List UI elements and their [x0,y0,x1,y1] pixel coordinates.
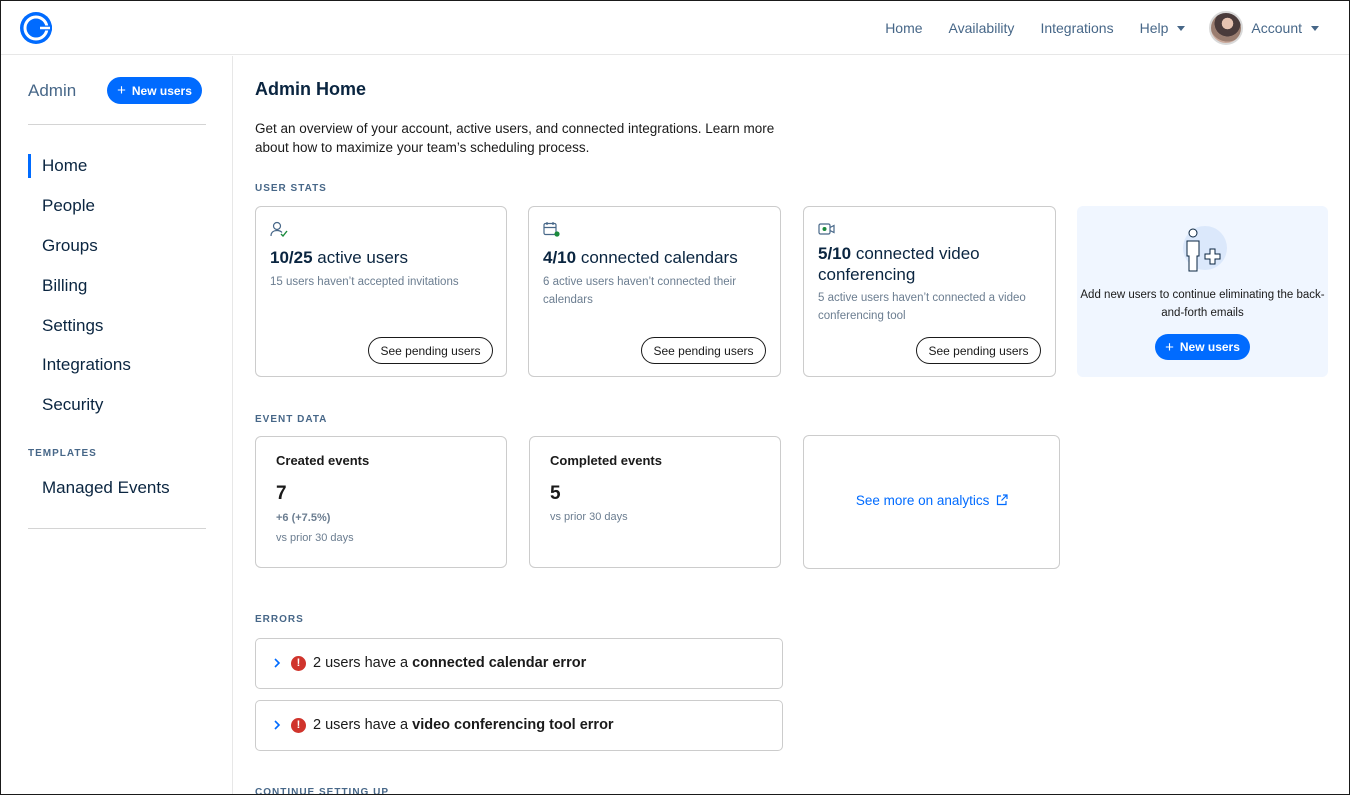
account-menu[interactable]: Account [1209,11,1319,45]
see-pending-users-button[interactable]: See pending users [368,337,493,364]
templates-section-label: TEMPLATES [28,448,97,459]
calendar-icon [543,222,560,237]
error-icon: ! [291,718,306,733]
analytics-link-label: See more on analytics [855,493,990,508]
stat-value: 4/10 [543,248,577,267]
stat-label: connected calendars [576,248,738,267]
stat-card-connected-calendars: 4/10 connected calendars 6 active users … [528,206,781,377]
completed-events-card: Completed events 5 vs prior 30 days [529,436,781,568]
sidebar-item-security[interactable]: Security [42,395,103,415]
chevron-right-icon [274,720,281,730]
plus-icon: + [1165,338,1174,356]
sidebar-item-billing[interactable]: Billing [42,276,87,296]
add-person-icon [1183,226,1227,272]
promo-new-users-label: New users [1179,340,1240,354]
promo-new-users-button[interactable]: + New users [1155,334,1250,360]
stat-title: 4/10 connected calendars [543,247,738,268]
nav-availability[interactable]: Availability [949,20,1015,36]
analytics-card: See more on analytics [803,435,1060,569]
error-row-video[interactable]: ! 2 users have a video conferencing tool… [255,700,783,751]
stat-title: 5/10 connected video conferencing [818,243,1033,285]
sidebar-item-home[interactable]: Home [27,154,87,178]
sidebar-divider [28,124,206,125]
user-check-icon [270,221,288,237]
new-users-button[interactable]: + New users [107,77,202,104]
error-prefix: 2 users have a [313,717,413,733]
plus-icon: + [117,82,126,99]
stat-value: 10/25 [270,248,313,267]
error-emphasis: connected calendar error [412,655,587,671]
event-card-delta: +6 (+7.5%) [276,512,331,524]
account-label: Account [1251,20,1302,36]
top-bar: Home Availability Integrations Help Acco… [1,1,1349,55]
stat-card-active-users: 10/25 active users 15 users haven’t acce… [255,206,507,377]
event-card-compare: vs prior 30 days [276,532,354,544]
top-nav: Home Availability Integrations Help Acco… [859,1,1319,55]
nav-home[interactable]: Home [885,20,922,36]
add-users-promo: Add new users to continue eliminating th… [1077,206,1328,377]
chevron-right-icon [274,658,281,668]
sidebar: Admin + New users Home People Groups Bil… [1,56,233,794]
page-description: Get an overview of your account, active … [255,121,775,155]
sidebar-item-managed-events[interactable]: Managed Events [42,478,170,498]
stat-title: 10/25 active users [270,247,408,268]
sidebar-title: Admin [28,81,77,100]
error-text: 2 users have a connected calendar error [313,655,586,671]
nav-integrations[interactable]: Integrations [1040,20,1113,36]
stat-subtext: 6 active users haven’t connected their c… [543,276,737,306]
page-title: Admin Home [255,79,367,99]
sidebar-item-groups[interactable]: Groups [42,236,98,256]
calendly-logo-icon[interactable] [18,10,54,46]
video-icon [818,223,835,235]
see-pending-users-button[interactable]: See pending users [916,337,1041,364]
error-emphasis: video conferencing tool error [412,717,614,733]
promo-text: Add new users to continue eliminating th… [1080,289,1325,319]
chevron-down-icon [1311,25,1319,31]
see-pending-users-button[interactable]: See pending users [641,337,766,364]
new-users-label: New users [131,83,192,98]
nav-help[interactable]: Help [1140,20,1186,36]
stat-subtext: 5 active users haven’t connected a video… [818,292,1026,322]
sidebar-divider [28,528,206,529]
error-prefix: 2 users have a [313,655,413,671]
sidebar-item-integrations[interactable]: Integrations [42,355,131,375]
event-card-value: 5 [550,483,561,504]
sidebar-item-people[interactable]: People [42,196,95,216]
error-text: 2 users have a video conferencing tool e… [313,717,614,733]
sidebar-item-settings[interactable]: Settings [42,316,103,336]
event-card-title: Created events [276,453,370,468]
stat-label: active users [312,248,408,267]
event-card-compare: vs prior 30 days [550,511,628,523]
created-events-card: Created events 7 +6 (+7.5%) vs prior 30 … [255,436,507,568]
event-card-value: 7 [276,483,287,504]
external-link-icon [997,494,1008,506]
error-row-calendar[interactable]: ! 2 users have a connected calendar erro… [255,638,783,689]
see-more-analytics-link[interactable]: See more on analytics [804,493,1060,508]
stat-card-video-conferencing: 5/10 connected video conferencing 5 acti… [803,206,1056,377]
error-icon: ! [291,656,306,671]
chevron-down-icon [1177,25,1186,31]
event-card-title: Completed events [550,453,662,468]
nav-help-label: Help [1139,20,1169,36]
continue-setting-up-label: CONTINUE SETTING UP [255,787,390,795]
avatar [1209,11,1244,45]
stat-subtext: 15 users haven’t accepted invitations [270,276,459,288]
user-stats-label: USER STATS [255,183,327,194]
event-data-label: EVENT DATA [255,414,328,425]
app-window: Home Availability Integrations Help Acco… [0,0,1350,795]
stat-value: 5/10 [818,244,852,263]
errors-label: ERRORS [255,614,304,625]
